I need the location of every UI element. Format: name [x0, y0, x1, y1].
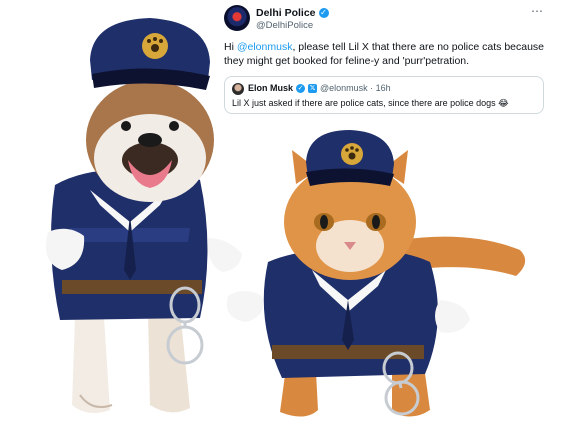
check-badge-icon: ✓: [318, 8, 329, 18]
cat-in-police-costume: [226, 130, 526, 417]
x-affiliate-badge-icon: 𝕏: [308, 83, 318, 93]
elon-musk-avatar[interactable]: [232, 83, 244, 95]
check-badge-icon: ✓: [296, 83, 306, 93]
bulldog-in-police-costume: [45, 18, 242, 414]
tweet-author-row: Delhi Police ✓: [256, 7, 329, 19]
quoted-author-row: Elon Musk ✓ 𝕏 @elonmusk · 16h: [248, 83, 391, 93]
mention-link[interactable]: @elonmusk: [237, 41, 293, 53]
tweet-text: Hi @elonmusk, please tell Lil X that the…: [224, 40, 550, 68]
tweet-card[interactable]: Delhi Police ✓ @DelhiPolice ⋯ Hi @elonmu…: [218, 0, 566, 122]
tweet-author-name[interactable]: Delhi Police: [256, 7, 316, 19]
quoted-tweet[interactable]: Elon Musk ✓ 𝕏 @elonmusk · 16h Lil X just…: [224, 76, 544, 114]
tweet-text-prefix: Hi: [224, 41, 237, 53]
quoted-handle-time: @elonmusk · 16h: [320, 83, 391, 93]
quoted-author-name[interactable]: Elon Musk: [248, 83, 293, 93]
tweet-author-handle[interactable]: @DelhiPolice: [256, 20, 313, 31]
delhi-police-avatar[interactable]: [224, 5, 250, 31]
meme-canvas: Delhi Police ✓ @DelhiPolice ⋯ Hi @elonmu…: [0, 0, 568, 426]
more-horizontal-icon[interactable]: ⋯: [531, 4, 544, 18]
quoted-tweet-text: Lil X just asked if there are police cat…: [232, 98, 509, 108]
